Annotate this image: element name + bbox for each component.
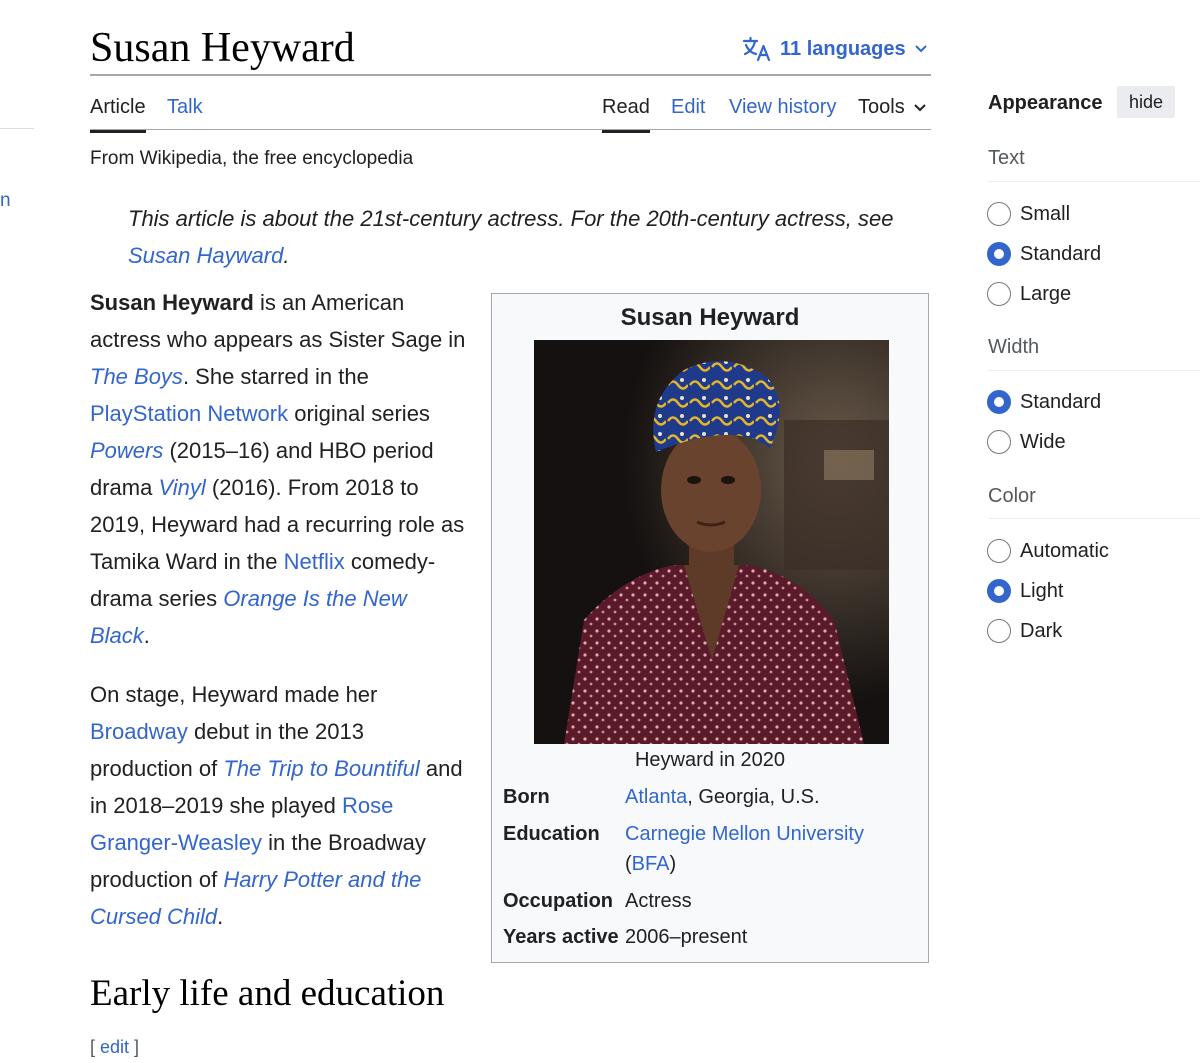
radio-icon[interactable] (987, 579, 1011, 603)
link-netflix[interactable]: Netflix (284, 549, 345, 574)
languages-label: 11 languages (780, 37, 906, 60)
radio-icon[interactable] (987, 539, 1011, 563)
text-run: On stage, Heyward made her (90, 682, 378, 707)
tools-label: Tools (858, 96, 905, 118)
radio-icon[interactable] (987, 430, 1011, 454)
radio-icon[interactable] (987, 282, 1011, 306)
section-edit-link[interactable]: edit (100, 1037, 129, 1057)
hide-button[interactable]: hide (1117, 86, 1175, 118)
color-group-divider (988, 518, 1200, 519)
color-group-label: Color (988, 485, 1036, 507)
page-title: Susan Heyward (90, 25, 355, 71)
subject-bold: Susan Heyward (90, 290, 254, 315)
color-option-label: Dark (1020, 619, 1063, 642)
link-text: Powers (90, 438, 164, 463)
radio-icon[interactable] (987, 202, 1011, 226)
text-option-large[interactable]: Large (987, 282, 1071, 306)
width-option-standard[interactable]: Standard (987, 390, 1101, 414)
occupation-label: Occupation (503, 890, 614, 912)
link-the-boys[interactable]: The Boys (90, 364, 183, 389)
color-option-label: Automatic (1020, 539, 1109, 562)
text-run: original series (288, 401, 430, 426)
text-option-small[interactable]: Small (987, 202, 1070, 226)
appearance-title: Appearance (988, 92, 1103, 114)
paren-open: ( (625, 853, 632, 875)
bracket-open: [ (90, 1037, 101, 1057)
tools-dropdown[interactable]: Tools (858, 96, 927, 119)
link-broadway[interactable]: Broadway (90, 719, 188, 744)
text-option-label: Large (1020, 282, 1072, 305)
stage-paragraph: On stage, Heyward made her Broadway debu… (90, 676, 470, 935)
link-bfa[interactable]: BFA (632, 853, 670, 875)
intro-paragraph: Susan Heyward is an American actress who… (90, 284, 470, 654)
left-sidebar-divider (0, 128, 34, 129)
text-run: . She starred in the (182, 364, 369, 389)
tab-article[interactable]: Article (90, 96, 146, 133)
link-text: Vinyl (158, 475, 206, 500)
hatnote-text: This article is about the 21st-century a… (128, 206, 894, 231)
color-option-dark[interactable]: Dark (987, 619, 1062, 643)
years-active-label: Years active (503, 926, 619, 948)
chevron-down-icon (914, 44, 928, 54)
link-atlanta[interactable]: Atlanta (625, 786, 687, 808)
hatnote-end: . (283, 243, 290, 268)
born-rest: , Georgia, U.S. (687, 786, 820, 808)
infobox-title: Susan Heyward (620, 304, 800, 331)
bracket-close: ] (129, 1037, 140, 1057)
tab-view-history[interactable]: View history (729, 96, 836, 119)
text-group-label: Text (988, 147, 1025, 169)
infobox: Susan Heyward Heyward in 2020 Born Atlan… (491, 293, 929, 963)
text-group-divider (988, 181, 1200, 182)
width-option-label: Wide (1020, 430, 1066, 453)
color-option-automatic[interactable]: Automatic (987, 539, 1109, 563)
width-group-divider (988, 370, 1200, 371)
section-heading: Early life and education (90, 973, 445, 1014)
left-sidebar-fragment: n (0, 190, 11, 211)
link-the-trip-to-bountiful[interactable]: The Trip to Bountiful (223, 756, 419, 781)
years-active-value: 2006–present (625, 926, 748, 948)
section-edit-link-wrapper: [ edit ] (90, 1037, 139, 1058)
width-group-label: Width (988, 336, 1040, 358)
site-tagline: From Wikipedia, the free encyclopedia (90, 148, 414, 169)
born-value: Atlanta, Georgia, U.S. (625, 782, 820, 812)
title-divider (90, 74, 931, 76)
text-option-standard[interactable]: Standard (987, 242, 1101, 266)
color-option-light[interactable]: Light (987, 579, 1063, 603)
education-label: Education (503, 823, 600, 845)
text-run: . (143, 623, 150, 648)
infobox-caption: Heyward in 2020 (634, 749, 786, 771)
link-vinyl[interactable]: Vinyl (158, 475, 205, 500)
link-text: The Trip to Bountiful (223, 756, 420, 781)
width-option-label: Standard (1020, 390, 1102, 413)
radio-icon[interactable] (987, 390, 1011, 414)
education-value: Carnegie Mellon University (BFA) (625, 819, 864, 879)
radio-icon[interactable] (987, 619, 1011, 643)
infobox-photo[interactable] (534, 340, 889, 744)
text-run: . (217, 904, 224, 929)
link-powers[interactable]: Powers (90, 438, 163, 463)
color-option-label: Light (1020, 579, 1064, 602)
link-playstation-network[interactable]: PlayStation Network (90, 401, 288, 426)
chevron-down-icon (913, 96, 927, 119)
link-text: The Boys (90, 364, 183, 389)
born-label: Born (503, 786, 550, 808)
hatnote-link[interactable]: Susan Hayward (128, 243, 283, 268)
tab-talk[interactable]: Talk (167, 96, 203, 119)
text-option-label: Standard (1020, 242, 1102, 265)
occupation-value: Actress (625, 890, 692, 912)
text-option-label: Small (1020, 202, 1071, 225)
paren-close: ) (669, 853, 677, 875)
radio-icon[interactable] (987, 242, 1011, 266)
width-option-wide[interactable]: Wide (987, 430, 1066, 454)
translate-icon (742, 36, 772, 62)
tab-edit[interactable]: Edit (671, 96, 705, 119)
hatnote: This article is about the 21st-century a… (128, 200, 928, 274)
tabs-divider (90, 129, 931, 130)
link-carnegie-mellon[interactable]: Carnegie Mellon University (625, 823, 864, 845)
tab-read[interactable]: Read (602, 96, 650, 133)
languages-button[interactable]: 11 languages (742, 36, 928, 62)
